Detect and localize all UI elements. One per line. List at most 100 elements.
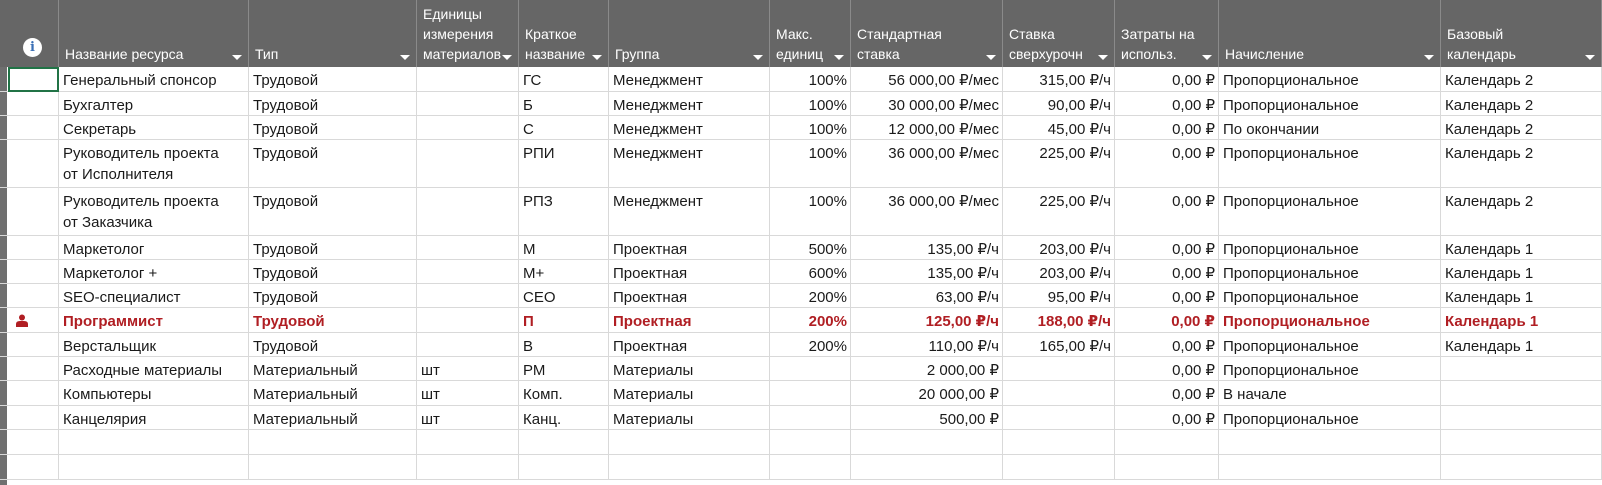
filter-dropdown-icon[interactable]: [502, 55, 512, 60]
table-row[interactable]: Маркетолог + Трудовой М+ Проектная 600% 135,0…: [0, 260, 1602, 284]
indicator-cell[interactable]: [0, 116, 59, 139]
cell-ovt[interactable]: 165,00 ₽/ч: [1003, 333, 1115, 356]
cell-max[interactable]: 100%: [770, 92, 851, 115]
cell-short[interactable]: В: [519, 333, 609, 356]
cell-std[interactable]: 36 000,00 ₽/мес: [851, 140, 1003, 187]
filter-dropdown-icon[interactable]: [834, 55, 844, 60]
cell-type[interactable]: Материальный: [249, 406, 417, 429]
cell-type[interactable]: Трудовой: [249, 67, 417, 91]
cell-name[interactable]: Компьютеры: [59, 381, 249, 405]
cell-type[interactable]: Трудовой: [249, 140, 417, 187]
cell-units[interactable]: шт: [417, 381, 519, 405]
cell-short[interactable]: С: [519, 116, 609, 139]
cell-cost[interactable]: [1115, 430, 1219, 454]
cell-std[interactable]: 63,00 ₽/ч: [851, 284, 1003, 307]
cell-ovt[interactable]: 90,00 ₽/ч: [1003, 92, 1115, 115]
cell-short[interactable]: [519, 430, 609, 454]
cell-name[interactable]: Руководитель проекта от Исполнителя: [59, 140, 249, 187]
cell-accrue[interactable]: Пропорциональное: [1219, 308, 1441, 332]
filter-dropdown-icon[interactable]: [1202, 55, 1212, 60]
cell-units[interactable]: [417, 92, 519, 115]
cell-type[interactable]: [249, 430, 417, 454]
column-header-type[interactable]: Тип: [249, 0, 417, 67]
cell-cost[interactable]: 0,00 ₽: [1115, 92, 1219, 115]
table-row[interactable]: Бухгалтер Трудовой Б Менеджмент 100% 30 000,0…: [0, 92, 1602, 116]
cell-short[interactable]: РПИ: [519, 140, 609, 187]
indicator-cell[interactable]: [0, 333, 59, 356]
cell-group[interactable]: Проектная: [609, 236, 770, 259]
table-row[interactable]: Верстальщик Трудовой В Проектная 200% 110,00 …: [0, 333, 1602, 357]
indicators-column-header[interactable]: i: [0, 0, 59, 67]
filter-dropdown-icon[interactable]: [753, 55, 763, 60]
cell-type[interactable]: Трудовой: [249, 116, 417, 139]
cell-cal[interactable]: Календарь 2: [1441, 116, 1602, 139]
cell-type[interactable]: Трудовой: [249, 236, 417, 259]
cell-cost[interactable]: 0,00 ₽: [1115, 236, 1219, 259]
cell-name[interactable]: Маркетолог: [59, 236, 249, 259]
cell-units[interactable]: [417, 140, 519, 187]
cell-cost[interactable]: 0,00 ₽: [1115, 188, 1219, 235]
cell-type[interactable]: Трудовой: [249, 92, 417, 115]
cell-cost[interactable]: [1115, 455, 1219, 479]
column-header-short[interactable]: Краткое название: [519, 0, 609, 67]
cell-std[interactable]: 135,00 ₽/ч: [851, 236, 1003, 259]
table-row[interactable]: SEO-специалист Трудовой СЕО Проектная 200% 63…: [0, 284, 1602, 308]
cell-short[interactable]: СЕО: [519, 284, 609, 307]
cell-ovt[interactable]: 95,00 ₽/ч: [1003, 284, 1115, 307]
cell-cost[interactable]: 0,00 ₽: [1115, 308, 1219, 332]
cell-type[interactable]: Материальный: [249, 357, 417, 380]
cell-ovt[interactable]: [1003, 381, 1115, 405]
cell-group[interactable]: Менеджмент: [609, 67, 770, 91]
cell-short[interactable]: П: [519, 308, 609, 332]
cell-name[interactable]: Канцелярия: [59, 406, 249, 429]
filter-dropdown-icon[interactable]: [1098, 55, 1108, 60]
cell-max[interactable]: 600%: [770, 260, 851, 283]
cell-std[interactable]: 30 000,00 ₽/мес: [851, 92, 1003, 115]
table-row[interactable]: Программист Трудовой П Проектная 200% 125,00 …: [0, 308, 1602, 333]
cell-std[interactable]: 110,00 ₽/ч: [851, 333, 1003, 356]
cell-ovt[interactable]: 315,00 ₽/ч: [1003, 67, 1115, 91]
cell-std[interactable]: 12 000,00 ₽/мес: [851, 116, 1003, 139]
cell-ovt[interactable]: [1003, 455, 1115, 479]
filter-dropdown-icon[interactable]: [592, 55, 602, 60]
cell-units[interactable]: [417, 188, 519, 235]
filter-dropdown-icon[interactable]: [1424, 55, 1434, 60]
indicator-cell[interactable]: [0, 92, 59, 115]
cell-units[interactable]: [417, 284, 519, 307]
cell-cal[interactable]: [1441, 381, 1602, 405]
cell-type[interactable]: Трудовой: [249, 308, 417, 332]
table-row[interactable]: Руководитель проекта от Исполнителя Трудо…: [0, 140, 1602, 188]
cell-group[interactable]: [609, 455, 770, 479]
column-header-max[interactable]: Макс. единиц: [770, 0, 851, 67]
column-header-accrue[interactable]: Начисление: [1219, 0, 1441, 67]
cell-name[interactable]: Руководитель проекта от Заказчика: [59, 188, 249, 235]
cell-group[interactable]: Менеджмент: [609, 188, 770, 235]
indicator-cell[interactable]: [0, 406, 59, 429]
cell-max[interactable]: 100%: [770, 140, 851, 187]
cell-accrue[interactable]: Пропорциональное: [1219, 188, 1441, 235]
cell-std[interactable]: 500,00 ₽: [851, 406, 1003, 429]
cell-group[interactable]: Материалы: [609, 406, 770, 429]
cell-units[interactable]: [417, 455, 519, 479]
cell-group[interactable]: Менеджмент: [609, 116, 770, 139]
cell-name[interactable]: Секретарь: [59, 116, 249, 139]
cell-short[interactable]: Канц.: [519, 406, 609, 429]
cell-cal[interactable]: Календарь 1: [1441, 333, 1602, 356]
cell-accrue[interactable]: Пропорциональное: [1219, 67, 1441, 91]
cell-ovt[interactable]: [1003, 430, 1115, 454]
cell-accrue[interactable]: В начале: [1219, 381, 1441, 405]
cell-units[interactable]: [417, 308, 519, 332]
cell-cost[interactable]: 0,00 ₽: [1115, 333, 1219, 356]
cell-name[interactable]: Программист: [59, 308, 249, 332]
cell-short[interactable]: РПЗ: [519, 188, 609, 235]
table-row[interactable]: Маркетолог Трудовой М Проектная 500% 135,00 ₽…: [0, 236, 1602, 260]
cell-group[interactable]: Проектная: [609, 333, 770, 356]
cell-accrue[interactable]: Пропорциональное: [1219, 357, 1441, 380]
cell-short[interactable]: Б: [519, 92, 609, 115]
cell-ovt[interactable]: [1003, 357, 1115, 380]
filter-dropdown-icon[interactable]: [400, 55, 410, 60]
cell-max[interactable]: [770, 406, 851, 429]
table-row[interactable]: Канцелярия Материальный шт Канц. Материалы 50…: [0, 406, 1602, 430]
cell-units[interactable]: шт: [417, 357, 519, 380]
cell-units[interactable]: [417, 116, 519, 139]
